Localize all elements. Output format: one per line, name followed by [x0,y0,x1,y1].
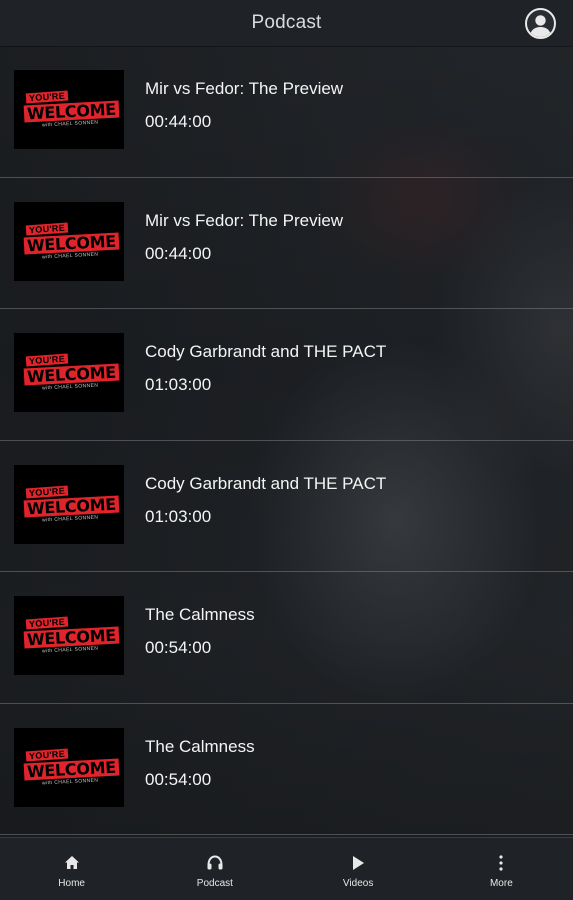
home-icon [64,855,79,869]
logo-main-text: WELCOME [23,626,120,649]
episode-duration: 00:54:00 [145,638,212,657]
list-item[interactable]: YOU'RE WELCOME with CHAEL SONNEN Mir vs … [0,46,573,178]
episode-duration: 00:44:00 [145,243,212,263]
nav-videos[interactable]: Videos [287,838,430,900]
episode-duration: 01:03:00 [145,506,212,526]
headphones-icon [207,854,223,869]
episode-title: Cody Garbrandt and THE PACT [145,473,387,493]
nav-podcast[interactable]: Podcast [143,838,286,900]
episode-thumbnail: YOU'RE WELCOME with CHAEL SONNEN [14,70,124,149]
episode-thumbnail: YOU'RE WELCOME with CHAEL SONNEN [14,596,124,675]
logo-top-text: YOU'RE [25,748,69,761]
page-title: Podcast [251,12,322,33]
nav-home[interactable]: Home [0,838,143,900]
list-item[interactable]: YOU'RE WELCOME with CHAEL SONNEN Cody Ga… [0,441,573,572]
episode-duration: 00:54:00 [145,769,212,789]
episode-title: Mir vs Fedor: The Preview [145,210,344,230]
episode-title: The Calmness [145,605,255,624]
logo-main-text: WELCOME [23,363,120,386]
episode-thumbnail: YOU'RE WELCOME with CHAEL SONNEN [14,201,124,281]
episode-duration: 01:03:00 [145,375,212,394]
nav-podcast-label: Podcast [196,877,233,889]
nav-more[interactable]: More [430,838,573,900]
episode-thumbnail: YOU'RE WELCOME with CHAEL SONNEN [14,333,124,412]
episode-list: YOU'RE WELCOME with CHAEL SONNEN Mir vs … [0,46,573,835]
logo-top-text: YOU'RE [25,485,69,498]
logo-main-text: WELCOME [23,757,120,781]
user-circle-icon[interactable] [525,8,556,39]
list-item[interactable]: YOU'RE WELCOME with CHAEL SONNEN The Cal… [0,572,573,704]
logo-main-text: WELCOME [23,100,120,123]
list-item[interactable]: YOU'RE WELCOME with CHAEL SONNEN Cody Ga… [0,309,573,441]
list-item[interactable]: YOU'RE WELCOME with CHAEL SONNEN The Cal… [0,704,573,835]
nav-more-label: More [489,877,513,889]
episode-title: Mir vs Fedor: The Preview [145,79,344,98]
episode-title: Cody Garbrandt and THE PACT [145,342,387,361]
logo-top-text: YOU'RE [25,222,69,235]
episode-thumbnail: YOU'RE WELCOME with CHAEL SONNEN [14,727,124,807]
episode-thumbnail: YOU'RE WELCOME with CHAEL SONNEN [14,464,124,544]
list-item[interactable]: YOU'RE WELCOME with CHAEL SONNEN Mir vs … [0,178,573,309]
top-bar: Podcast [0,0,573,46]
more-vertical-icon [499,854,503,871]
nav-videos-label: Videos [342,877,374,889]
episode-duration: 00:44:00 [145,112,212,131]
episode-title: The Calmness [145,736,255,756]
play-icon [353,855,365,870]
logo-main-text: WELCOME [23,231,120,255]
bottom-nav: Home Podcast Videos More [0,837,573,900]
nav-home-label: Home [58,877,85,889]
logo-main-text: WELCOME [23,494,120,518]
